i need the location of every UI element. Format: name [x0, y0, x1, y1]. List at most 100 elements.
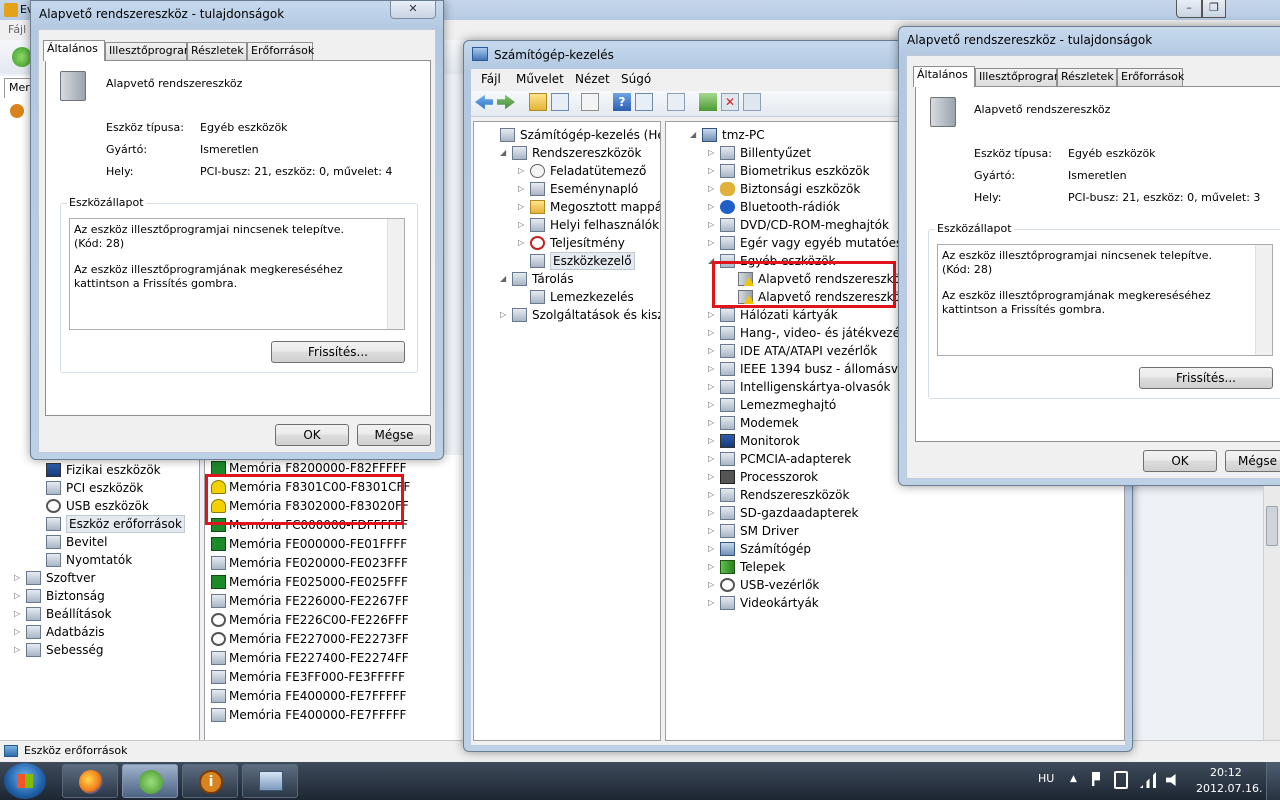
taskbar-everest[interactable]: i — [182, 764, 238, 798]
up-folder-icon[interactable] — [529, 93, 547, 111]
collapse-arrow-icon[interactable]: ◢ — [500, 144, 506, 162]
expand-arrow-icon[interactable]: ▷ — [518, 234, 524, 252]
cancel-button[interactable]: Mégse — [357, 424, 431, 446]
expand-arrow-icon[interactable]: ▷ — [708, 360, 714, 378]
expand-arrow-icon[interactable]: ▷ — [518, 180, 524, 198]
cancel-button[interactable]: Mégse — [1225, 450, 1280, 472]
expand-arrow-icon[interactable]: ▷ — [708, 234, 714, 252]
clock-time[interactable]: 20:12 — [1210, 766, 1242, 779]
bg-minimize-button[interactable]: – — [1176, 0, 1202, 18]
update-driver-icon[interactable] — [699, 93, 717, 111]
volume-icon[interactable] — [1166, 774, 1176, 786]
expand-arrow-icon[interactable]: ▷ — [708, 522, 714, 540]
status-scrollbar[interactable] — [1255, 245, 1272, 355]
bg-back-icon[interactable] — [12, 47, 32, 67]
expand-arrow-icon[interactable]: ▷ — [708, 324, 714, 342]
expand-arrow-icon[interactable]: ▷ — [518, 162, 524, 180]
refresh-button[interactable]: Frissítés... — [271, 341, 405, 363]
show-hidden-icons[interactable]: ▲ — [1070, 774, 1077, 784]
start-button[interactable] — [4, 763, 46, 799]
expand-arrow-icon[interactable]: ▷ — [708, 594, 714, 612]
expand-arrow-icon[interactable]: ▷ — [14, 569, 20, 587]
taskbar-firefox[interactable] — [62, 764, 118, 798]
resources-icon — [46, 517, 61, 531]
expand-arrow-icon[interactable]: ▷ — [708, 180, 714, 198]
expand-arrow-icon[interactable]: ▷ — [708, 396, 714, 414]
mmc-menu-file[interactable]: Fájl — [481, 69, 501, 89]
expand-arrow-icon[interactable]: ▷ — [708, 198, 714, 216]
dialog-left-close-button[interactable]: ✕ — [390, 1, 436, 19]
expand-arrow-icon[interactable]: ▷ — [14, 605, 20, 623]
language-indicator[interactable]: HU — [1038, 772, 1054, 785]
tab-details[interactable]: Részletek — [1057, 68, 1117, 86]
expand-arrow-icon[interactable]: ▷ — [14, 587, 20, 605]
ok-button[interactable]: OK — [1143, 450, 1217, 472]
tab-driver[interactable]: Illesztőprogram — [975, 68, 1065, 86]
expand-arrow-icon[interactable]: ▷ — [708, 414, 714, 432]
bg-maximize-button[interactable]: ❐ — [1202, 0, 1226, 18]
mmc-menu-view[interactable]: Nézet — [575, 69, 610, 89]
expand-arrow-icon[interactable]: ▷ — [708, 432, 714, 450]
tab-general[interactable]: Általános — [913, 66, 975, 87]
network-signal-icon[interactable] — [1140, 772, 1156, 788]
power-icon[interactable] — [1114, 771, 1128, 789]
help-icon[interactable]: ? — [613, 93, 631, 111]
expand-arrow-icon[interactable]: ▷ — [708, 558, 714, 576]
refresh-button[interactable]: Frissítés... — [1139, 367, 1273, 389]
disable-device-icon[interactable]: ✕ — [721, 93, 739, 111]
dialog-left-tab-body: Alapvető rendszereszköz Eszköz típusa: E… — [45, 60, 431, 416]
device-item-label: Modemek — [740, 416, 799, 430]
scan-hardware-icon[interactable] — [667, 93, 685, 111]
expand-arrow-icon[interactable]: ▷ — [708, 504, 714, 522]
tab-general[interactable]: Általános — [43, 40, 105, 61]
properties-icon[interactable] — [581, 93, 599, 111]
expand-arrow-icon[interactable]: ▷ — [708, 486, 714, 504]
highlight-mmc-devices — [712, 261, 896, 308]
tab-details[interactable]: Részletek — [187, 42, 247, 60]
tab-resources[interactable]: Erőforrások — [247, 42, 314, 60]
expand-arrow-icon[interactable]: ▷ — [14, 623, 20, 641]
clock-date[interactable]: 2012.07.16. — [1196, 782, 1262, 795]
back-arrow-icon[interactable] — [475, 94, 493, 110]
expand-arrow-icon[interactable]: ▷ — [708, 540, 714, 558]
forward-arrow-icon[interactable] — [497, 94, 515, 110]
device-status-text[interactable]: Az eszköz illesztőprogramjai nincsenek t… — [69, 218, 405, 330]
expand-arrow-icon[interactable]: ▷ — [708, 216, 714, 234]
tab-driver[interactable]: Illesztőprogram — [105, 42, 195, 60]
expand-arrow-icon[interactable]: ▷ — [708, 162, 714, 180]
expand-arrow-icon[interactable]: ▷ — [708, 144, 714, 162]
collapse-arrow-icon[interactable]: ◢ — [690, 126, 696, 144]
device-icon — [211, 556, 226, 570]
taskbar-computer-management[interactable] — [242, 764, 298, 798]
ok-button[interactable]: OK — [275, 424, 349, 446]
action-pane-icon[interactable] — [635, 93, 653, 111]
expand-arrow-icon[interactable]: ▷ — [708, 450, 714, 468]
tab-resources[interactable]: Erőforrások — [1117, 68, 1184, 86]
bg-menu-file[interactable]: Fájl — [8, 23, 26, 36]
expand-arrow-icon[interactable]: ▷ — [708, 576, 714, 594]
expand-arrow-icon[interactable]: ▷ — [708, 468, 714, 486]
expand-arrow-icon[interactable]: ▷ — [518, 216, 524, 234]
status-scrollbar[interactable] — [387, 219, 404, 329]
bg-right-scrollbar[interactable] — [1263, 486, 1280, 740]
device-status-text[interactable]: Az eszköz illesztőprogramjai nincsenek t… — [937, 244, 1273, 356]
mmc-tree-item-label: Eszközkezelő — [550, 252, 635, 270]
expand-arrow-icon[interactable]: ▷ — [708, 306, 714, 324]
taskbar-messenger[interactable] — [122, 764, 178, 798]
bg-scroll-thumb[interactable] — [1266, 506, 1278, 546]
show-tree-icon[interactable] — [551, 93, 569, 111]
action-center-icon[interactable] — [1092, 772, 1104, 786]
expand-arrow-icon[interactable]: ▷ — [708, 342, 714, 360]
collapse-arrow-icon[interactable]: ◢ — [500, 270, 506, 288]
expand-arrow-icon[interactable]: ▷ — [14, 641, 20, 659]
mmc-menu-help[interactable]: Súgó — [621, 69, 651, 89]
uninstall-device-icon[interactable] — [743, 93, 761, 111]
device-item-label: Lemezmeghajtó — [740, 398, 837, 412]
expand-arrow-icon[interactable]: ▷ — [500, 306, 506, 324]
mmc-menu-action[interactable]: Művelet — [516, 69, 564, 89]
expand-arrow-icon[interactable]: ▷ — [708, 378, 714, 396]
memory-list-item-label: Memória FE227400-FE2274FF — [229, 651, 409, 665]
ide-icon — [720, 344, 735, 358]
show-desktop-button[interactable] — [1266, 762, 1280, 800]
expand-arrow-icon[interactable]: ▷ — [518, 198, 524, 216]
